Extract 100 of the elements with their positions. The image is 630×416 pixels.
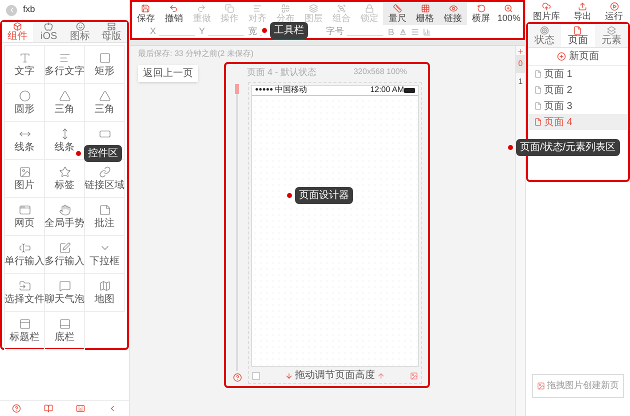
checkbox[interactable] <box>252 372 260 380</box>
panel-tab[interactable]: 状态 <box>528 24 562 47</box>
panel-tab[interactable]: 组件 <box>2 22 34 42</box>
layers-icon <box>308 4 318 13</box>
page-item[interactable]: 页面 1 <box>528 66 628 82</box>
toolbar-button[interactable]: 保存 <box>132 2 160 25</box>
toolbar-button[interactable]: 栅格 <box>411 2 440 25</box>
new-page-button[interactable]: 新页面 <box>528 48 628 66</box>
component-item[interactable]: 多行文字 <box>45 46 85 84</box>
annotation-tooltip: 页面/状态/元素列表区 <box>516 139 620 156</box>
panel-tab[interactable]: 元素 <box>594 24 628 47</box>
layers-icon <box>606 26 616 34</box>
component-item[interactable]: 全局手势 <box>45 198 85 236</box>
target-icon <box>540 26 550 34</box>
carrier-label: 中国移动 <box>275 84 308 96</box>
component-item[interactable]: 聊天气泡 <box>45 274 85 312</box>
toolbar-button[interactable]: 链接 <box>439 2 468 25</box>
copy-icon <box>225 4 234 13</box>
image-icon <box>18 166 30 178</box>
add-icon[interactable] <box>517 48 524 55</box>
toolbar-button[interactable]: 量尺 <box>383 2 412 25</box>
panel-tab[interactable]: 页面 <box>561 24 595 47</box>
help-icon[interactable] <box>12 404 21 413</box>
component-item[interactable]: 地图 <box>85 274 125 312</box>
property-label: X <box>150 24 156 38</box>
bold-icon[interactable] <box>387 28 396 36</box>
component-item[interactable]: 线条 <box>5 122 45 160</box>
link-icon <box>98 166 110 178</box>
hand-icon <box>58 204 70 216</box>
rotate-icon <box>476 4 486 13</box>
arrow-down-icon <box>285 372 293 380</box>
text-icon <box>18 52 30 64</box>
component-item[interactable]: 选择文件 <box>5 274 45 312</box>
bottom-bar-icon <box>58 318 70 330</box>
battery-icon <box>404 88 415 92</box>
back-icon[interactable] <box>6 4 17 16</box>
component-item[interactable]: 三角 <box>85 84 125 122</box>
component-item[interactable]: 三角 <box>45 84 85 122</box>
image-icon[interactable] <box>410 372 418 380</box>
play-icon <box>610 2 619 10</box>
smiley-icon <box>76 22 85 31</box>
align-text-icon[interactable] <box>411 28 420 36</box>
component-item[interactable]: 标签 <box>45 160 85 198</box>
component-item[interactable]: 底栏 <box>45 312 85 350</box>
annotation-tooltip: 页面设计器 <box>295 187 353 204</box>
component-item[interactable]: 下拉框 <box>85 236 125 274</box>
component-item[interactable]: 标题栏 <box>5 312 45 350</box>
back-button[interactable]: 返回上一页 <box>138 65 198 82</box>
action-button[interactable]: 图片库 <box>532 2 560 20</box>
align-icon <box>253 4 262 13</box>
star-icon <box>58 166 70 178</box>
component-item[interactable]: 多行输入 <box>45 236 85 274</box>
toolbar-button[interactable]: 横屏 <box>467 2 495 25</box>
title-bar-icon <box>18 318 30 330</box>
toolbar-button[interactable]: 100% <box>494 2 523 25</box>
page-icon <box>534 70 542 78</box>
state-number[interactable]: 1 <box>516 73 525 91</box>
page-icon <box>534 102 542 110</box>
component-item[interactable]: 图片 <box>5 160 45 198</box>
note-icon <box>98 204 110 216</box>
keyboard-icon[interactable] <box>76 404 86 413</box>
component-item[interactable]: 单行输入 <box>5 236 45 274</box>
panel-tab[interactable]: iOS <box>33 22 64 42</box>
image-icon <box>537 382 545 390</box>
triangle-icon <box>58 90 70 102</box>
arrow-up-icon <box>377 372 385 380</box>
input-icon <box>98 128 110 140</box>
page-title: 页面 4 - 默认状态 <box>247 66 317 79</box>
toolbar-button[interactable]: 撤销 <box>160 2 188 25</box>
panel-tab[interactable]: 母版 <box>96 22 127 42</box>
panel-tab[interactable]: 图标 <box>64 22 96 42</box>
page-item[interactable]: 页面 2 <box>528 82 628 98</box>
redo-icon <box>197 4 206 13</box>
chat-bubble-icon <box>58 280 70 292</box>
apple-icon <box>44 22 54 31</box>
property-label: 宽 <box>248 24 258 38</box>
component-item[interactable]: 矩形 <box>85 46 125 84</box>
save-icon <box>141 4 150 13</box>
webpage-icon <box>18 204 30 216</box>
zoom-icon <box>504 4 514 13</box>
action-button[interactable]: 导出 <box>573 2 592 20</box>
action-button[interactable]: 运行 <box>605 2 624 20</box>
help-icon[interactable] <box>232 373 242 382</box>
component-item[interactable]: 网页 <box>5 198 45 236</box>
lock-icon <box>364 4 374 13</box>
component-item[interactable]: 圆形 <box>5 84 45 122</box>
annotation-tooltip: 控件区 <box>84 145 122 162</box>
page-icon <box>534 86 542 94</box>
component-item[interactable]: 文字 <box>5 46 45 84</box>
annotation-tooltip: 工具栏 <box>270 22 308 39</box>
font-color-icon[interactable] <box>399 28 408 36</box>
map-icon <box>98 280 110 292</box>
input-icon <box>18 242 30 254</box>
page-item[interactable]: 页面 3 <box>528 98 628 114</box>
slider-handle[interactable] <box>235 84 239 94</box>
export-icon <box>578 2 587 10</box>
component-item[interactable]: 批注 <box>85 198 125 236</box>
page-icon <box>573 26 582 34</box>
spacing-icon[interactable] <box>423 28 432 36</box>
book-icon[interactable] <box>44 404 53 413</box>
